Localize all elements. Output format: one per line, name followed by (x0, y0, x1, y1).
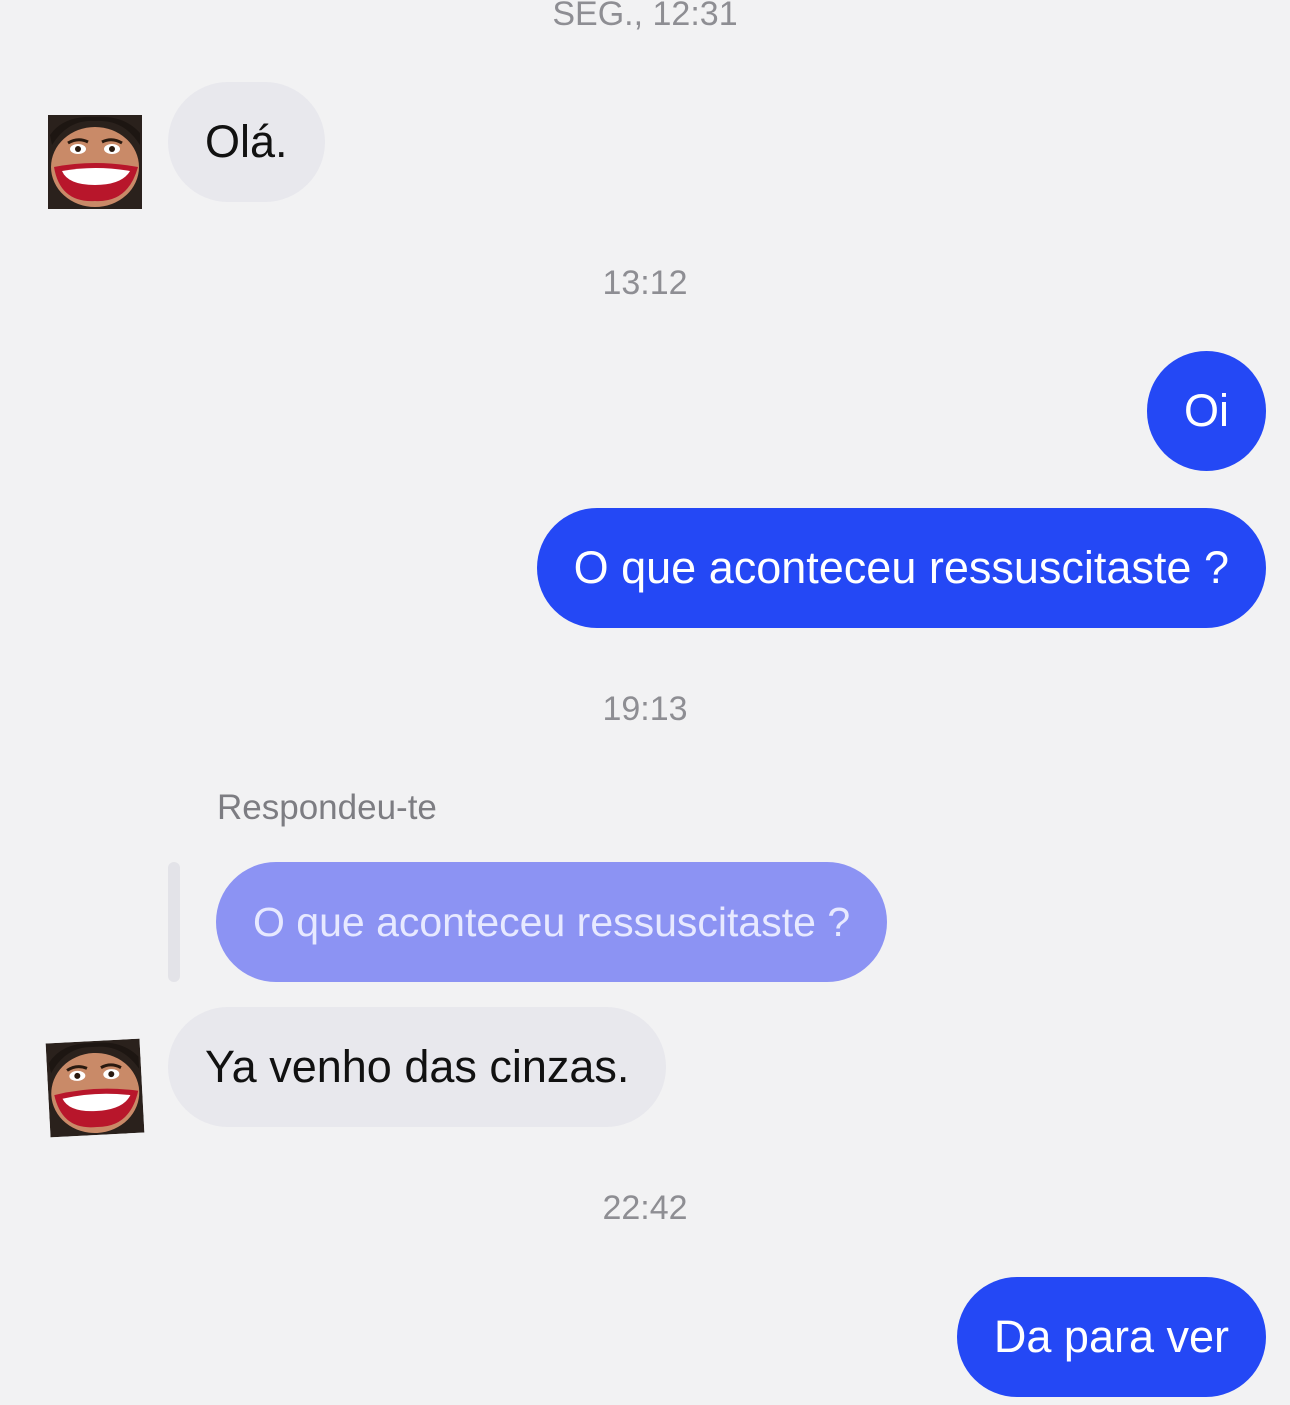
message-text: Olá. (205, 116, 288, 167)
message-text: O que aconteceu ressuscitaste ? (573, 542, 1229, 593)
incoming-message-bubble[interactable]: Ya venho das cinzas. (168, 1007, 667, 1127)
contact-avatar[interactable] (45, 1038, 145, 1138)
message-text: Oi (1184, 385, 1229, 436)
avatar-image (48, 115, 142, 209)
quoted-message-text: O que aconteceu ressuscitaste ? (253, 898, 851, 945)
reply-label: Respondeu-te (217, 788, 437, 827)
avatar-image (45, 1038, 145, 1138)
timestamp: 13:12 (602, 264, 688, 302)
timestamp: 22:42 (602, 1189, 688, 1227)
outgoing-message-bubble[interactable]: Da para ver (956, 1277, 1266, 1397)
reply-indicator-bar (168, 862, 180, 982)
outgoing-message-bubble[interactable]: O que aconteceu ressuscitaste ? (536, 508, 1266, 628)
message-text: Ya venho das cinzas. (205, 1041, 630, 1092)
timestamp: SEG., 12:31 (552, 0, 738, 33)
outgoing-message-bubble[interactable]: Oi (1147, 351, 1266, 471)
contact-avatar[interactable] (48, 115, 142, 209)
timestamp: 19:13 (602, 690, 688, 728)
incoming-message-bubble[interactable]: Olá. (168, 82, 325, 202)
quoted-message-bubble[interactable]: O que aconteceu ressuscitaste ? (216, 862, 888, 982)
message-text: Da para ver (993, 1311, 1229, 1362)
